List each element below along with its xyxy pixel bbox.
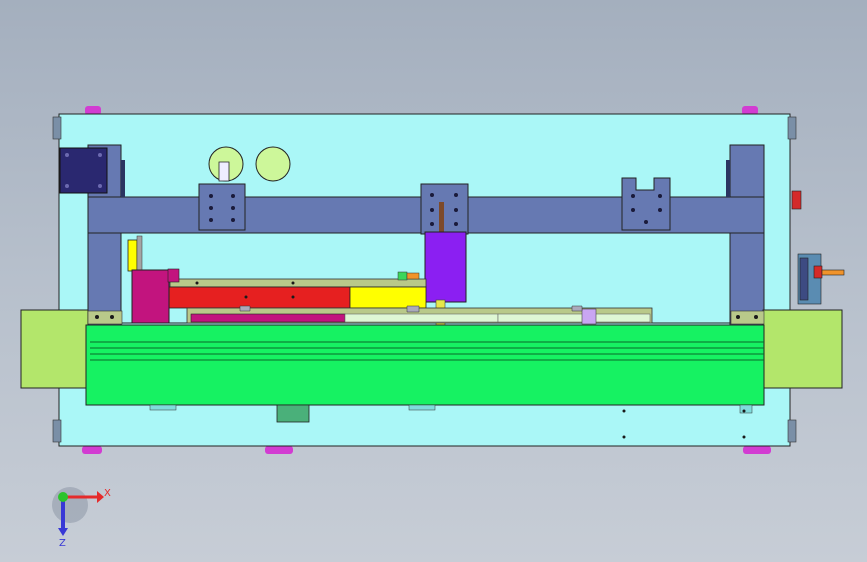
slide-red-bar (167, 286, 351, 309)
rail-bar-left (87, 310, 123, 325)
fitting-right (571, 305, 583, 312)
motor-block[interactable] (59, 147, 108, 194)
corner-pad-right-top (787, 116, 797, 140)
lower-tab-left (149, 404, 177, 411)
actuator-rod (439, 202, 444, 232)
rail-body (85, 324, 765, 406)
side-block-left[interactable] (20, 309, 89, 389)
cad-viewport[interactable]: X Z (0, 0, 867, 562)
lower-tab-mid (408, 404, 436, 411)
coordinate-triad: X Z (52, 487, 111, 549)
valve-red (813, 265, 823, 279)
clamp-yellow-strip (127, 239, 138, 272)
actuator-cylinder (424, 231, 467, 303)
frame-right-shadow (726, 160, 730, 197)
foot-bottom-left (82, 446, 102, 454)
slide-light-segment (344, 313, 499, 323)
slide-yellow-bar (349, 286, 427, 309)
fitting-mid (406, 305, 420, 313)
side-block-right[interactable] (762, 309, 843, 389)
fitting-green (397, 271, 408, 281)
gauge-left-needle-block (218, 161, 230, 182)
fitting-left (239, 305, 251, 312)
bracket-center (420, 183, 469, 235)
valve-dark (799, 257, 809, 301)
assembly-drawing[interactable]: X Z (0, 0, 867, 562)
triad-z-label: Z (59, 538, 66, 549)
right-fittings[interactable] (791, 190, 845, 305)
clamp-cap (167, 268, 180, 283)
slide-light-segment-2 (497, 313, 651, 323)
corner-pad-left-top (52, 116, 62, 140)
slide-red-bar-lower (190, 313, 346, 323)
rail-bar-right (730, 310, 765, 325)
slide-stop-block (581, 308, 597, 325)
triad-origin-shadow (52, 487, 88, 523)
corner-pad-left-bottom (52, 419, 62, 443)
fitting-red-tab (791, 190, 802, 210)
bracket-left (198, 183, 246, 231)
fitting-orange (406, 272, 420, 280)
frame-left-shadow (121, 160, 125, 197)
triad-y-dot (58, 492, 68, 502)
slide-guide-top (169, 278, 427, 288)
corner-pad-right-bottom (787, 419, 797, 443)
main-rail[interactable] (85, 310, 765, 406)
lower-tab-right (739, 404, 753, 414)
foot-bottom-right (743, 446, 771, 454)
clamp-magenta-block (131, 269, 170, 324)
valve-orange (821, 269, 845, 276)
gauge-right (255, 146, 291, 182)
lower-block (276, 404, 310, 423)
foot-bottom-mid (265, 446, 293, 454)
triad-x-label: X (104, 488, 111, 499)
frame-post-right (729, 144, 765, 326)
